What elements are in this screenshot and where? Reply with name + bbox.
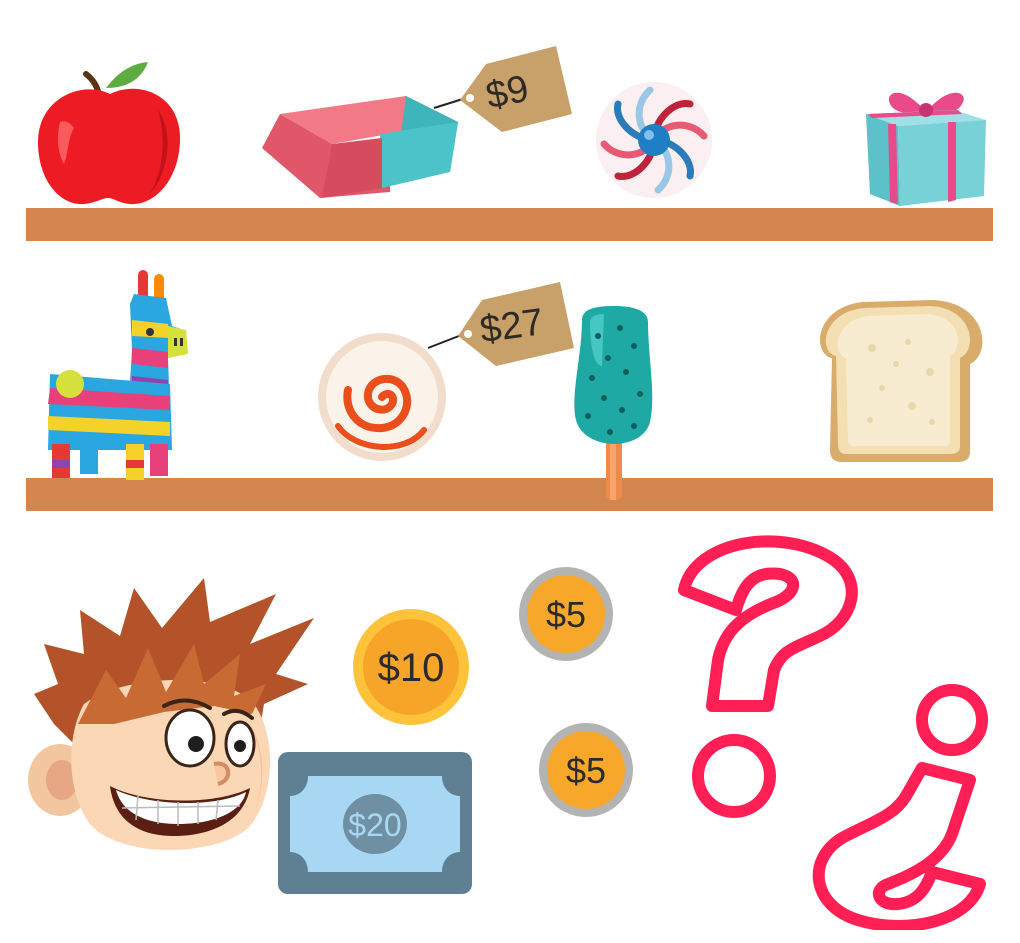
coin-label: $10 (378, 646, 445, 690)
shelf-top (26, 208, 993, 241)
popsicle-icon (574, 306, 653, 500)
bill-label: $20 (348, 807, 401, 843)
coin-10-icon: $10 (353, 609, 469, 725)
bill-20-icon: $20 (278, 752, 472, 894)
coin-label: $5 (566, 750, 606, 791)
price-tag-label: $27 (477, 301, 546, 351)
price-tag-label: $9 (482, 68, 532, 118)
swirl-candy-icon (596, 82, 712, 198)
bread-icon (820, 300, 983, 462)
price-tag-eraser: $9 (433, 46, 572, 132)
coin-label: $5 (546, 594, 586, 635)
inverted-question-mark-icon (812, 684, 988, 930)
coin-5-icon: $5 (519, 567, 613, 661)
coin-5-icon: $5 (539, 723, 633, 817)
apple-icon (38, 62, 180, 205)
gift-icon (866, 92, 986, 206)
price-tag-candy: $27 (427, 282, 574, 366)
pinata-icon (48, 270, 188, 480)
